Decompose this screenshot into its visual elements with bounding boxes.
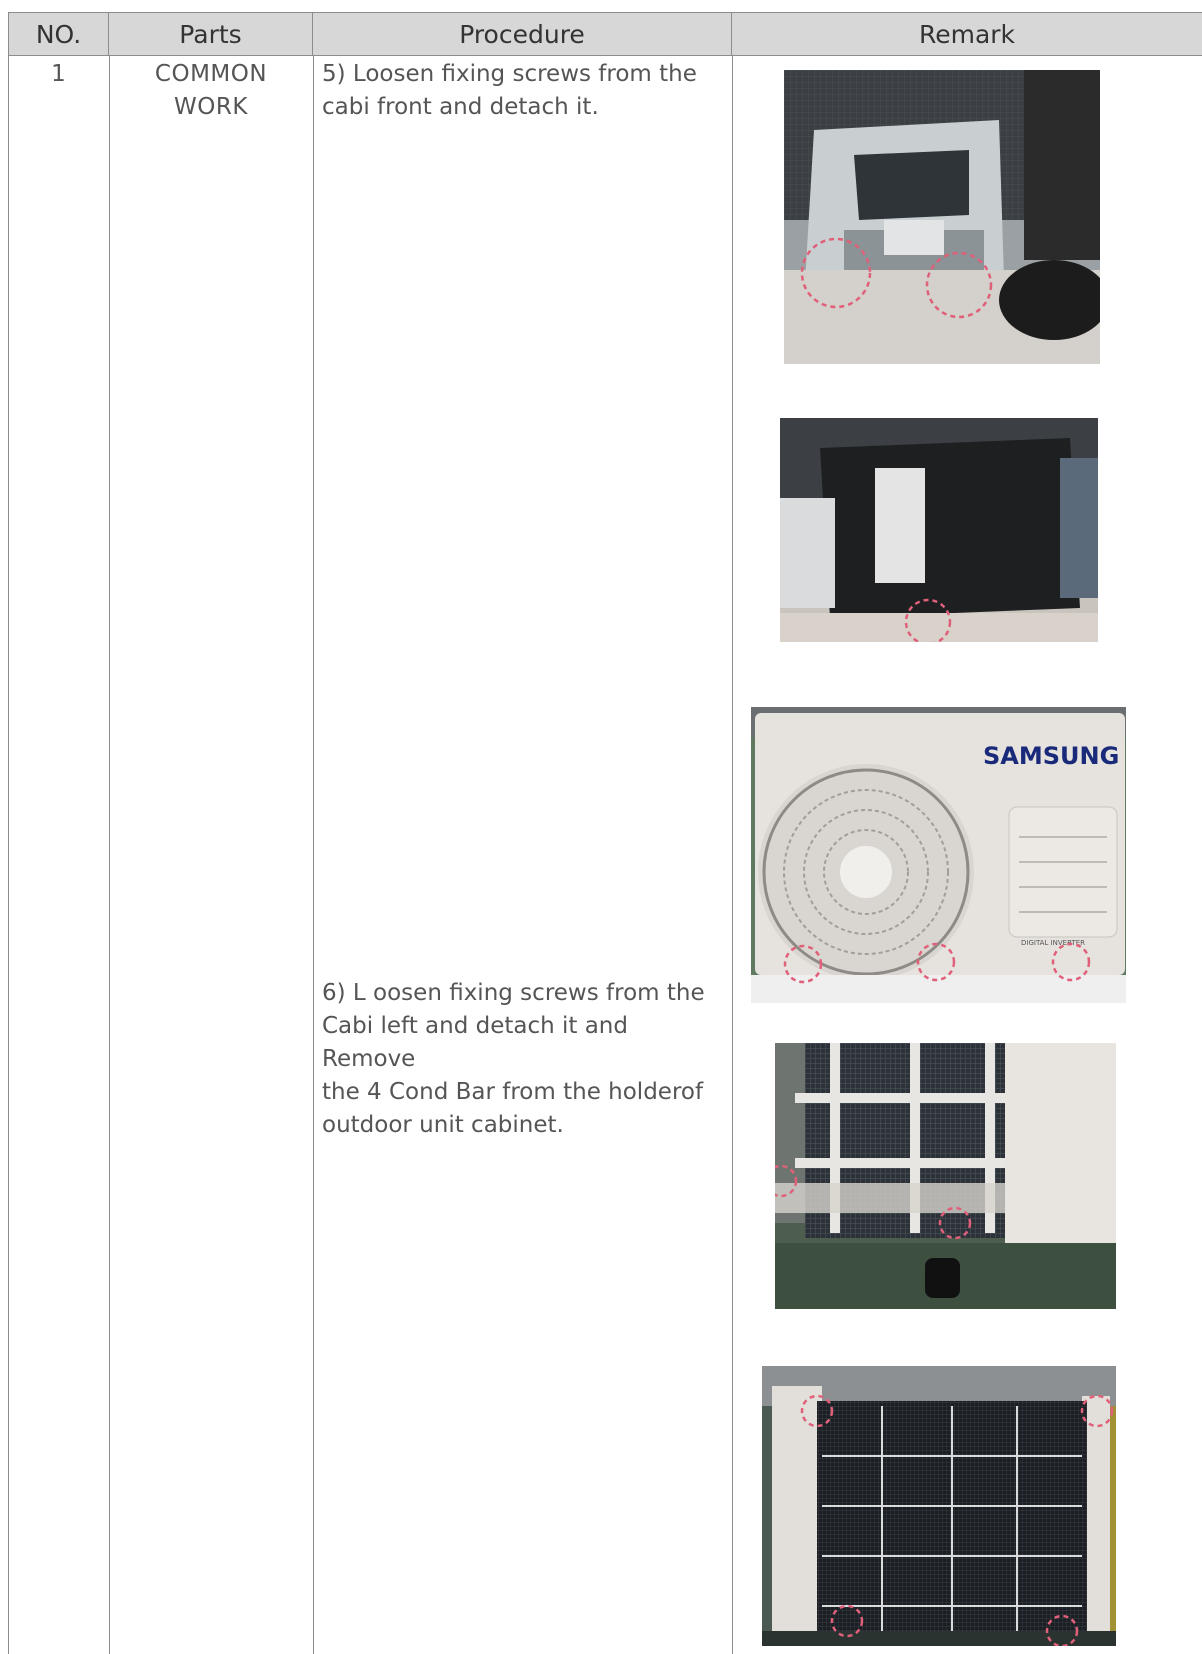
- column-divider: [313, 56, 314, 1654]
- photo-control-box: [780, 418, 1098, 642]
- photo-graphic: [762, 1366, 1116, 1646]
- photo-cond-bar-removal: [762, 1366, 1116, 1646]
- brand-logo: SAMSUNG: [983, 742, 1119, 770]
- column-divider: [109, 56, 110, 1654]
- procedure-line: cabi front and detach it.: [322, 94, 599, 120]
- procedure-line: the 4 Cond Bar from the holderof: [322, 1079, 704, 1105]
- column-divider: [732, 56, 733, 1654]
- column-divider: [8, 56, 9, 1654]
- procedure-line: 5) Loosen fixing screws from the: [322, 61, 697, 87]
- procedure-step-5: 5) Loosen fixing screws from the cabi fr…: [322, 58, 727, 124]
- photo-graphic: [784, 70, 1100, 364]
- header-no: NO.: [8, 12, 109, 56]
- photo-graphic: [780, 418, 1098, 642]
- header-remark: Remark: [732, 12, 1202, 56]
- inverter-badge: DIGITAL INVERTER: [1021, 939, 1085, 947]
- row-number: 1: [51, 61, 66, 87]
- procedure-line: outdoor unit cabinet.: [322, 1112, 564, 1138]
- photo-cabi-left: [775, 1043, 1116, 1309]
- photo-cabi-front-screws: [784, 70, 1100, 364]
- procedure-line: Cabi left and detach it and Remove: [322, 1013, 628, 1072]
- header-parts: Parts: [109, 12, 313, 56]
- photo-outdoor-unit-front: SAMSUNG DIGITAL INVERTER: [751, 707, 1126, 1003]
- procedure-step-6: 6) L oosen fixing screws from the Cabi l…: [322, 977, 727, 1142]
- procedure-line: 6) L oosen fixing screws from the: [322, 980, 705, 1006]
- header-procedure: Procedure: [313, 12, 732, 56]
- parts-name: COMMON WORK: [109, 58, 313, 124]
- parts-line: COMMON: [154, 61, 268, 87]
- parts-line: WORK: [174, 94, 248, 120]
- photo-graphic: [775, 1043, 1116, 1309]
- photo-graphic: SAMSUNG DIGITAL INVERTER: [751, 707, 1126, 1003]
